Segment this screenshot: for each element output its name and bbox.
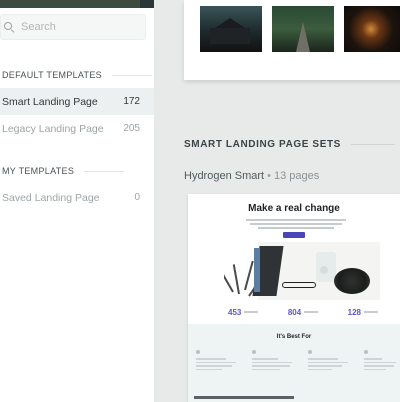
preview-text-line (250, 223, 342, 225)
sidebar-item-count: 172 (123, 96, 140, 107)
sidebar-item-count: 0 (134, 192, 140, 203)
succulent-image (334, 268, 370, 294)
sidebar-item-saved-landing-page[interactable]: Saved Landing Page 0 (0, 184, 154, 211)
template-card[interactable] (184, 0, 400, 80)
search-icon (4, 21, 15, 33)
preview-stat: 128 (348, 308, 378, 317)
section-divider (350, 144, 395, 145)
sidebar-item-label: Saved Landing Page (2, 191, 100, 204)
scroll-indicator[interactable] (194, 396, 294, 399)
section-title: SMART LANDING PAGE SETS (184, 139, 395, 150)
template-sidebar: DEFAULT TEMPLATES Smart Landing Page 172… (0, 8, 154, 402)
preview-stats: 453 804 128 (228, 306, 378, 318)
sidebar-item-count: 205 (123, 123, 140, 134)
eyeglasses-image (282, 282, 316, 288)
feature-column (364, 350, 400, 370)
preview-headline: Make a real change (248, 203, 340, 214)
feature-column (252, 350, 296, 370)
template-preview-card[interactable]: Make a real change 453 804 128 It's Best… (188, 194, 400, 402)
preview-best-for-section: It's Best For (188, 324, 400, 402)
preview-hero-image (224, 242, 380, 300)
sidebar-item-legacy-landing-page[interactable]: Legacy Landing Page 205 (0, 115, 154, 142)
section-divider (111, 74, 152, 76)
template-thumbnail (200, 6, 262, 52)
feature-column (308, 350, 352, 370)
my-templates-heading: MY TEMPLATES (2, 166, 125, 176)
sidebar-item-smart-landing-page[interactable]: Smart Landing Page 172 (0, 88, 154, 115)
preview-text-line (246, 219, 346, 221)
template-set-name: Hydrogen Smart • 13 pages (184, 170, 320, 182)
preview-stat: 804 (288, 308, 319, 317)
template-thumbnail (344, 6, 400, 52)
sidebar-item-label: Smart Landing Page (2, 95, 98, 108)
search-box[interactable] (0, 14, 146, 40)
best-for-title: It's Best For (276, 334, 312, 340)
search-input[interactable] (21, 21, 131, 33)
preview-text-line (258, 227, 334, 229)
preview-cta-button (283, 232, 305, 238)
preview-stat: 453 (228, 308, 259, 317)
template-gallery[interactable]: SMART LANDING PAGE SETS Hydrogen Smart • 1… (154, 0, 400, 402)
default-templates-heading: DEFAULT TEMPLATES (2, 70, 152, 80)
section-divider (84, 170, 125, 172)
browser-tab[interactable] (0, 0, 140, 8)
template-thumbnail (272, 6, 334, 52)
sidebar-item-label: Legacy Landing Page (2, 122, 104, 135)
feature-column (196, 350, 240, 370)
